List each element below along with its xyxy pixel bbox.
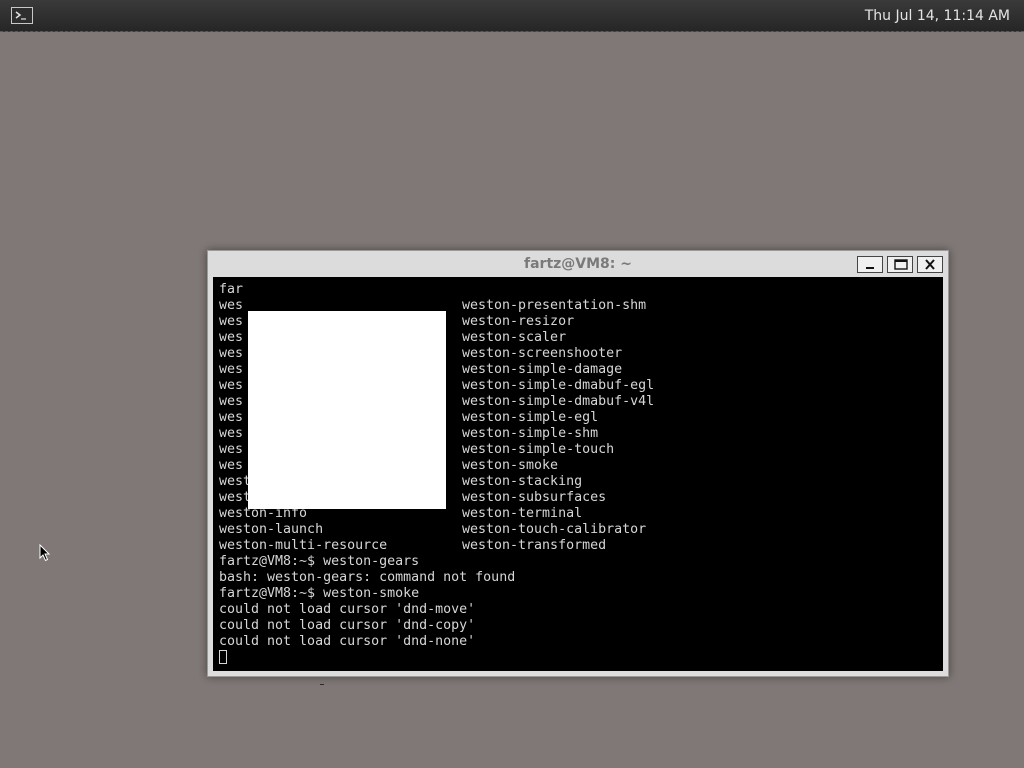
terminal-line: wes weston-simple-damage [219, 362, 623, 377]
terminal-line: wes weston-screenshooter [219, 346, 623, 361]
terminal-line: wes weston-simple-touch [219, 442, 615, 457]
terminal-line: wes weston-simple-dmabuf-v4l [219, 394, 655, 409]
terminal-line: wes weston-simple-shm [219, 426, 599, 441]
window-title: fartz@VM8: ~ [524, 256, 632, 272]
top-panel: Thu Jul 14, 11:14 AM [0, 0, 1024, 32]
terminal-line: could not load cursor 'dnd-move' [219, 602, 476, 617]
text-cursor [219, 650, 227, 664]
terminal-line: weston-launch weston-touch-calibrator [219, 522, 647, 537]
terminal-line: wes weston-presentation-shm [219, 298, 647, 313]
terminal-output[interactable]: far wes weston-presentation-shm wes weston… [213, 277, 943, 671]
terminal-line: weston-info weston-terminal [219, 506, 583, 521]
terminal-icon [15, 11, 26, 20]
terminal-launcher-button[interactable] [11, 7, 33, 24]
terminal-line: could not load cursor 'dnd-none' [219, 634, 476, 649]
mouse-pointer-icon [39, 543, 51, 566]
window-titlebar[interactable]: fartz@VM8: ~ [208, 251, 948, 277]
terminal-lines: far wes weston-presentation-shm wes weston… [219, 282, 655, 666]
maximize-button[interactable] [887, 256, 913, 273]
minimize-button[interactable] [857, 256, 883, 273]
terminal-line: wes weston-scaler [219, 330, 567, 345]
terminal-line: weston-fullscreenweston-stacking [219, 474, 583, 489]
close-icon [925, 259, 935, 270]
minimize-icon [866, 267, 874, 269]
terminal-line: weston-imageweston-subsurfaces [219, 490, 607, 505]
terminal-prompt-line[interactable] [219, 650, 227, 666]
panel-clock: Thu Jul 14, 11:14 AM [864, 8, 1010, 24]
terminal-line: wes weston-simple-egl [219, 410, 599, 425]
terminal-line: fartz@VM8:~$ weston-gears [219, 554, 420, 569]
terminal-line: wes weston-resizor [219, 314, 575, 329]
close-button[interactable] [917, 256, 943, 273]
terminal-line: far [219, 282, 244, 297]
terminal-line: bash: weston-gears: command not found [219, 570, 516, 585]
terminal-window[interactable]: fartz@VM8: ~ far wes weston-presentation-… [207, 250, 949, 677]
terminal-line: wes weston-smoke [219, 458, 559, 473]
terminal-line: fartz@VM8:~$ weston-smoke [219, 586, 420, 601]
desktop-artifact [320, 684, 324, 685]
terminal-line: weston-multi-resource weston-transformed [219, 538, 607, 553]
smoke-surface[interactable] [248, 311, 446, 509]
terminal-line: could not load cursor 'dnd-copy' [219, 618, 476, 633]
terminal-line: wes weston-simple-dmabuf-egl [219, 378, 655, 393]
maximize-icon [894, 259, 908, 270]
